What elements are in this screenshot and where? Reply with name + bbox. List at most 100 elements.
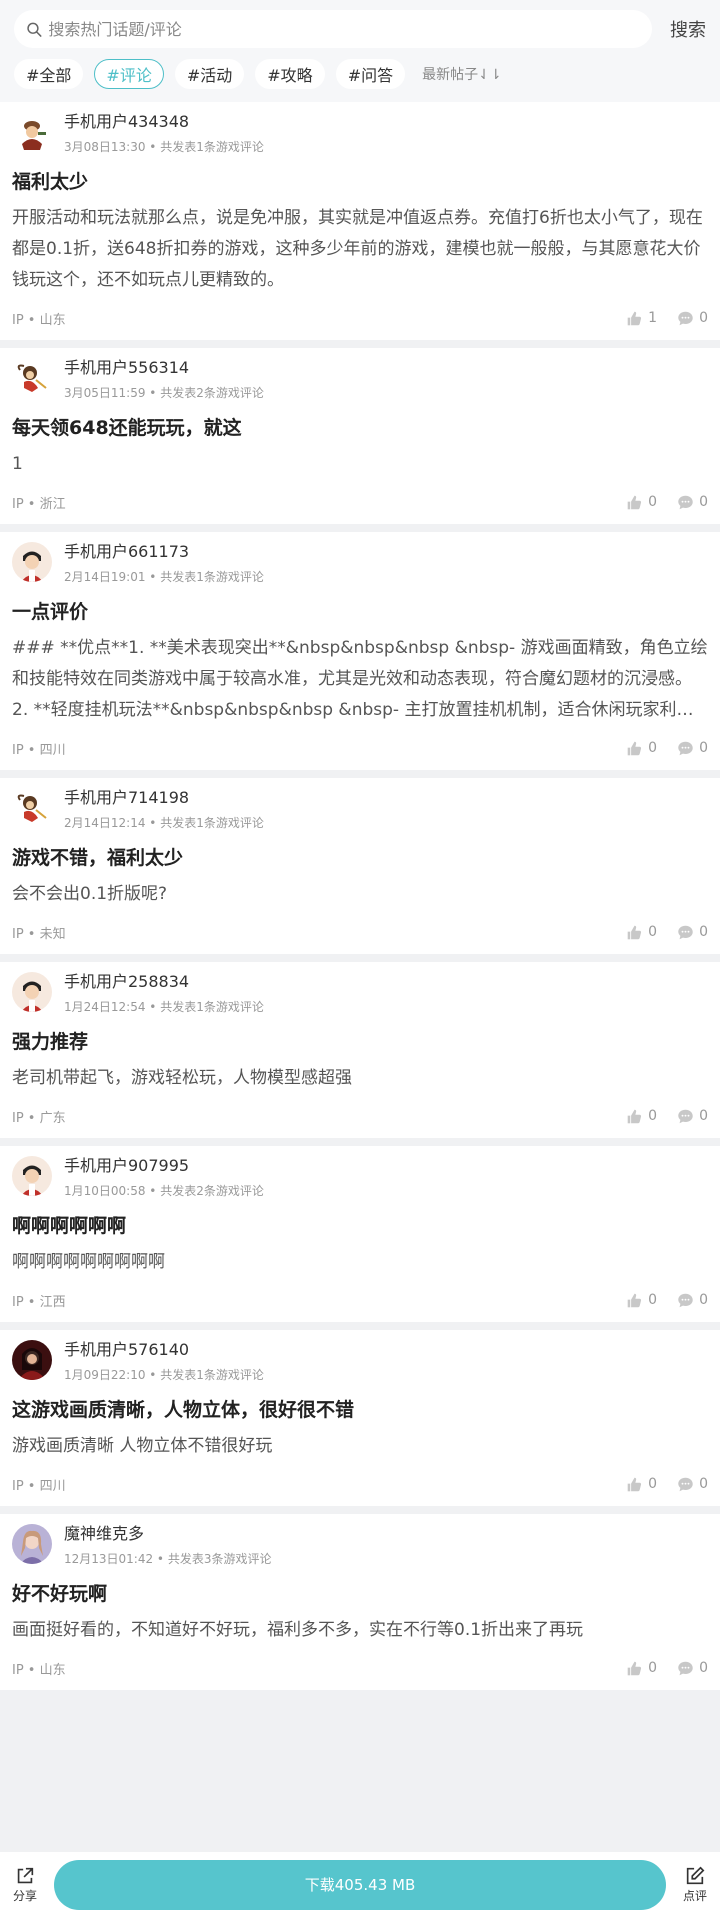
- search-box[interactable]: [14, 10, 652, 48]
- post-title[interactable]: 啊啊啊啊啊啊: [12, 1213, 708, 1239]
- post-card[interactable]: 手机用户907995 1月10日00:58 • 共发表2条游戏评论 啊啊啊啊啊啊…: [0, 1146, 720, 1322]
- post-card[interactable]: 手机用户576140 1月09日22:10 • 共发表1条游戏评论 这游戏画质清…: [0, 1330, 720, 1506]
- post-card[interactable]: 手机用户434348 3月08日13:30 • 共发表1条游戏评论 福利太少 开…: [0, 102, 720, 340]
- thumbs-up-icon: [627, 1477, 642, 1491]
- post-body[interactable]: 啊啊啊啊啊啊啊啊啊: [12, 1247, 708, 1278]
- post-meta: 1月10日00:58 • 共发表2条游戏评论: [64, 1184, 264, 1198]
- username[interactable]: 魔神维克多: [64, 1524, 271, 1544]
- comment-button[interactable]: 0: [677, 1476, 708, 1493]
- avatar[interactable]: [12, 1156, 52, 1196]
- tag-review[interactable]: #评论: [94, 59, 164, 89]
- like-button[interactable]: 0: [626, 1660, 657, 1677]
- post-title[interactable]: 好不好玩啊: [12, 1581, 708, 1607]
- download-button[interactable]: 下载405.43 MB: [54, 1859, 666, 1910]
- like-button[interactable]: 0: [626, 924, 657, 941]
- bottom-bar: 分享 下载405.43 MB 点评: [0, 1852, 720, 1917]
- username[interactable]: 手机用户258834: [64, 972, 264, 992]
- post-title[interactable]: 一点评价: [12, 599, 708, 625]
- avatar[interactable]: [12, 542, 52, 582]
- post-footer: IP • 山东 0 0: [12, 1646, 708, 1690]
- post-title[interactable]: 游戏不错，福利太少: [12, 845, 708, 871]
- post-header: 手机用户714198 2月14日12:14 • 共发表1条游戏评论: [12, 788, 708, 840]
- post-body[interactable]: 开服活动和玩法就那么点，说是免冲服，其实就是冲值返点券。充值打6折也太小气了，现…: [12, 203, 708, 296]
- sort-dropdown[interactable]: 最新帖子⇃⇂: [422, 64, 501, 84]
- tag-guide[interactable]: #攻略: [255, 59, 325, 89]
- post-body[interactable]: 1: [12, 449, 708, 480]
- post-body[interactable]: 游戏画质清晰 人物立体不错很好玩: [12, 1431, 708, 1462]
- avatar[interactable]: [12, 972, 52, 1012]
- like-button[interactable]: 0: [626, 1476, 657, 1493]
- review-button[interactable]: 点评: [670, 1865, 720, 1904]
- thumbs-up-icon: [627, 925, 642, 939]
- thumbs-up-icon: [627, 311, 642, 325]
- comment-button[interactable]: 0: [677, 740, 708, 757]
- ip-location: IP • 四川: [12, 742, 66, 758]
- post-title[interactable]: 每天领648还能玩玩，就这: [12, 415, 708, 441]
- post-card[interactable]: 手机用户258834 1月24日12:54 • 共发表1条游戏评论 强力推荐 老…: [0, 962, 720, 1138]
- avatar[interactable]: [12, 788, 52, 828]
- avatar[interactable]: [12, 1340, 52, 1380]
- ip-location: IP • 山东: [12, 312, 66, 328]
- post-card[interactable]: 魔神维克多 12月13日01:42 • 共发表3条游戏评论 好不好玩啊 画面挺好…: [0, 1514, 720, 1690]
- comment-count: 0: [699, 1292, 708, 1308]
- post-header: 手机用户434348 3月08日13:30 • 共发表1条游戏评论: [12, 112, 708, 164]
- comment-icon: [678, 311, 693, 325]
- comment-button[interactable]: 0: [677, 1660, 708, 1677]
- comment-button[interactable]: 0: [677, 1292, 708, 1309]
- comment-button[interactable]: 0: [677, 1108, 708, 1125]
- post-card[interactable]: 手机用户714198 2月14日12:14 • 共发表1条游戏评论 游戏不错，福…: [0, 778, 720, 954]
- comment-count: 0: [699, 1660, 708, 1676]
- username[interactable]: 手机用户556314: [64, 358, 264, 378]
- comment-button[interactable]: 0: [677, 924, 708, 941]
- tag-qa[interactable]: #问答: [335, 59, 406, 89]
- username[interactable]: 手机用户576140: [64, 1340, 264, 1360]
- comment-icon: [678, 495, 693, 509]
- like-button[interactable]: 0: [626, 494, 657, 511]
- post-meta: 3月08日13:30 • 共发表1条游戏评论: [64, 140, 264, 154]
- like-count: 0: [648, 1292, 658, 1308]
- search-button[interactable]: 搜索: [662, 16, 706, 42]
- post-header: 手机用户556314 3月05日11:59 • 共发表2条游戏评论: [12, 358, 708, 410]
- share-button[interactable]: 分享: [0, 1865, 50, 1904]
- post-meta: 2月14日12:14 • 共发表1条游戏评论: [64, 816, 264, 830]
- post-footer: IP • 四川 0 0: [12, 726, 708, 770]
- tag-activity[interactable]: #活动: [174, 59, 245, 89]
- search-row: 搜索: [14, 10, 706, 48]
- like-button[interactable]: 0: [626, 1292, 657, 1309]
- avatar[interactable]: [12, 112, 52, 152]
- post-title[interactable]: 强力推荐: [12, 1029, 708, 1055]
- post-body[interactable]: ### **优点**1. **美术表现突出**&nbsp&nbsp&nbsp &…: [12, 633, 708, 726]
- like-button[interactable]: 0: [626, 1108, 657, 1125]
- post-body[interactable]: 会不会出0.1折版呢?: [12, 879, 708, 910]
- post-card[interactable]: 手机用户661173 2月14日19:01 • 共发表1条游戏评论 一点评价 #…: [0, 532, 720, 770]
- share-label: 分享: [12, 1889, 37, 1903]
- post-card[interactable]: 手机用户556314 3月05日11:59 • 共发表2条游戏评论 每天领648…: [0, 348, 720, 524]
- post-title[interactable]: 这游戏画质清晰，人物立体，很好很不错: [12, 1397, 708, 1423]
- comment-button[interactable]: 0: [677, 494, 708, 511]
- post-body[interactable]: 老司机带起飞，游戏轻松玩，人物模型感超强: [12, 1063, 708, 1094]
- like-button[interactable]: 0: [626, 740, 657, 757]
- username[interactable]: 手机用户661173: [64, 542, 264, 562]
- post-meta: 12月13日01:42 • 共发表3条游戏评论: [64, 1552, 272, 1566]
- like-button[interactable]: 1: [626, 310, 657, 327]
- username[interactable]: 手机用户714198: [64, 788, 264, 808]
- avatar[interactable]: [12, 358, 52, 398]
- like-count: 0: [648, 1476, 658, 1492]
- post-footer: IP • 未知 0 0: [12, 910, 708, 954]
- like-count: 0: [648, 494, 658, 510]
- post-title[interactable]: 福利太少: [12, 169, 708, 195]
- ip-location: IP • 山东: [12, 1662, 66, 1678]
- avatar[interactable]: [12, 1524, 52, 1564]
- post-footer: IP • 四川 0 0: [12, 1462, 708, 1506]
- search-input[interactable]: [48, 19, 652, 39]
- like-count: 1: [648, 310, 658, 326]
- tag-all[interactable]: #全部: [14, 59, 84, 89]
- like-count: 0: [648, 924, 658, 940]
- post-footer: IP • 山东 1 0: [12, 296, 708, 340]
- comment-button[interactable]: 0: [677, 310, 708, 327]
- tag-filter-bar: #全部 #评论 #活动 #攻略 #问答 最新帖子⇃⇂: [14, 59, 706, 89]
- comment-count: 0: [699, 740, 708, 756]
- username[interactable]: 手机用户907995: [64, 1156, 264, 1176]
- username[interactable]: 手机用户434348: [64, 112, 264, 132]
- post-body[interactable]: 画面挺好看的，不知道好不好玩，福利多不多，实在不行等0.1折出来了再玩: [12, 1615, 708, 1646]
